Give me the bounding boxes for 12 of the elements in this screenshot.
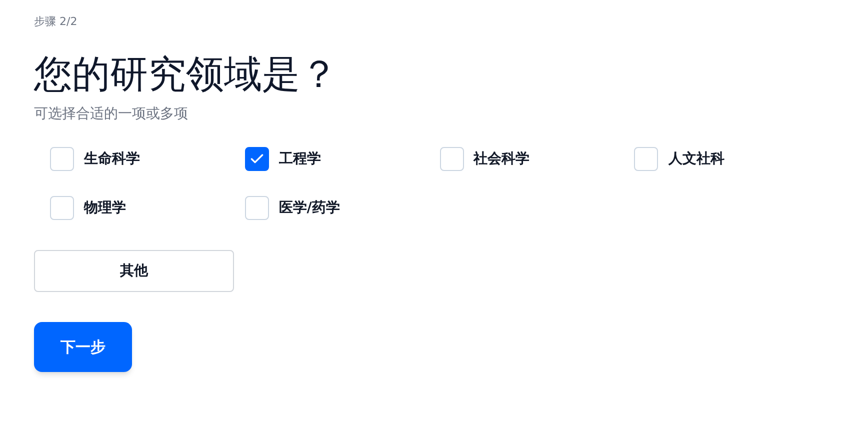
subtitle: 可选择合适的一项或多项 xyxy=(34,105,189,124)
option-label: 人文社科 xyxy=(668,150,724,168)
other-button[interactable]: 其他 xyxy=(34,250,234,292)
option-label: 生命科学 xyxy=(84,150,140,168)
option-label: 物理学 xyxy=(84,198,126,218)
next-button[interactable]: 下一步 xyxy=(34,322,132,372)
page-title: 您的研究领域是？ xyxy=(34,51,339,98)
option-label: 医学/药学 xyxy=(278,198,340,218)
step-indicator: 步骤 2/2 xyxy=(34,14,78,30)
option-label: 工程学 xyxy=(278,150,321,168)
option-label: 社会科学 xyxy=(474,150,530,168)
checkbox[interactable] xyxy=(244,147,269,171)
